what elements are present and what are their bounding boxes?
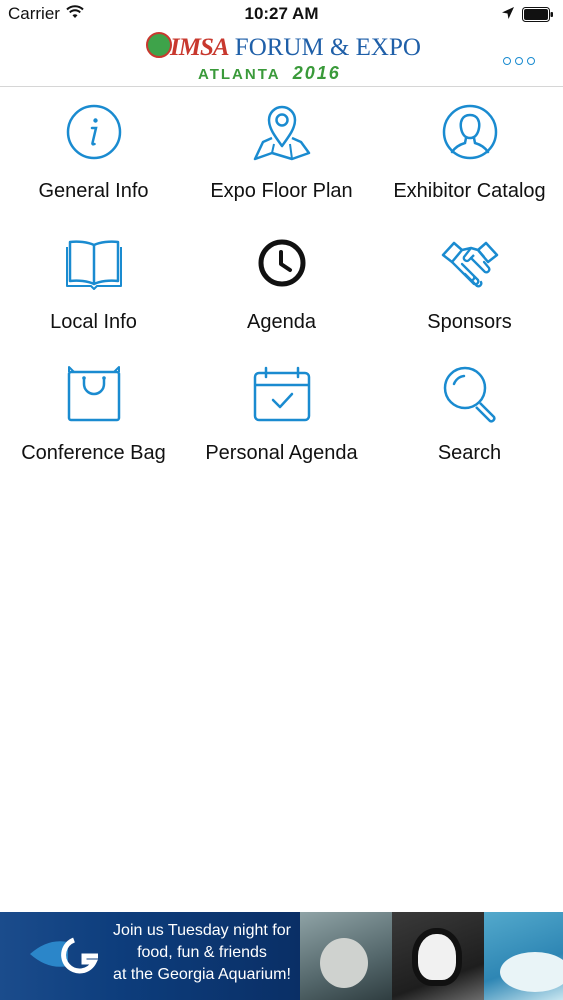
event-logo: IMSA FORUM & EXPO ATLANTA 2016 — [146, 30, 421, 86]
bag-icon — [67, 366, 121, 422]
banner-line-2: food, fun & friends — [137, 944, 267, 961]
map-pin-icon — [253, 105, 311, 161]
logo-forum-expo: FORUM & EXPO — [234, 34, 421, 61]
menu-tile-exhibitor-catalog[interactable]: Exhibitor Catalog — [376, 88, 563, 219]
logo-city: ATLANTA — [198, 66, 281, 83]
banner-line-1: Join us Tuesday night for — [113, 922, 291, 939]
info-icon — [66, 104, 122, 160]
calendar-check-icon — [253, 366, 311, 422]
menu-label: General Info — [38, 180, 149, 202]
more-dot-icon — [515, 57, 523, 65]
menu-label: Personal Agenda — [205, 442, 358, 464]
banner-line-3: at the Georgia Aquarium! — [113, 966, 291, 983]
otter-image — [320, 938, 368, 988]
menu-label: Sponsors — [427, 311, 512, 333]
beluga-image — [500, 952, 563, 992]
menu-tile-conference-bag[interactable]: Conference Bag — [0, 350, 187, 481]
status-bar: Carrier 10:27 AM — [0, 0, 563, 30]
more-dot-icon — [527, 57, 535, 65]
book-icon — [66, 240, 122, 290]
person-icon — [442, 104, 498, 160]
menu-label: Agenda — [247, 311, 316, 333]
search-icon — [443, 366, 496, 423]
more-dot-icon — [503, 57, 511, 65]
menu-label: Conference Bag — [21, 442, 166, 464]
status-time: 10:27 AM — [244, 4, 319, 23]
georgia-aquarium-logo — [30, 937, 99, 974]
menu-label: Expo Floor Plan — [210, 180, 353, 202]
menu-tile-local-info[interactable]: Local Info — [0, 219, 187, 350]
battery-icon — [522, 7, 553, 22]
globe-icon — [146, 32, 172, 58]
app-header: IMSA FORUM & EXPO ATLANTA 2016 — [0, 30, 563, 87]
penguin-image — [412, 928, 462, 986]
clock-icon — [258, 239, 306, 287]
menu-tile-agenda[interactable]: Agenda — [188, 219, 375, 350]
location-arrow-icon — [502, 7, 514, 19]
menu-label: Search — [437, 442, 502, 464]
menu-tile-general-info[interactable]: General Info — [0, 88, 187, 219]
menu-tile-sponsors[interactable]: Sponsors — [376, 219, 563, 350]
more-options-button[interactable] — [503, 52, 539, 65]
menu-label: Exhibitor Catalog — [393, 180, 546, 202]
logo-year: 2016 — [292, 63, 341, 83]
menu-tile-search[interactable]: Search — [376, 350, 563, 481]
logo-imsa: IMSA — [170, 34, 230, 61]
menu-label: Local Info — [50, 311, 137, 333]
menu-tile-personal-agenda[interactable]: Personal Agenda — [188, 350, 375, 481]
ad-banner[interactable]: Join us Tuesday night for food, fun & fr… — [0, 912, 563, 1000]
menu-tile-expo-floor-plan[interactable]: Expo Floor Plan — [188, 88, 375, 219]
handshake-icon — [441, 241, 499, 288]
